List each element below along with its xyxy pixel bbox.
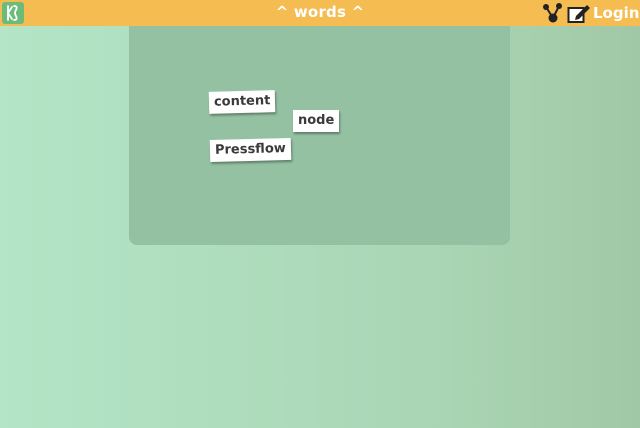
word-tile[interactable]: node [293, 110, 340, 132]
top-bar: ^ words ^ Login [0, 0, 640, 26]
word-board: content node Pressflow [129, 26, 510, 245]
word-tile[interactable]: Pressflow [209, 137, 292, 163]
words-menu-toggle[interactable]: ^ words ^ [276, 3, 365, 21]
share-network-icon[interactable] [542, 2, 564, 24]
word-tile[interactable]: content [208, 90, 276, 114]
edit-note-icon[interactable] [567, 3, 591, 25]
login-link[interactable]: Login [593, 4, 639, 22]
